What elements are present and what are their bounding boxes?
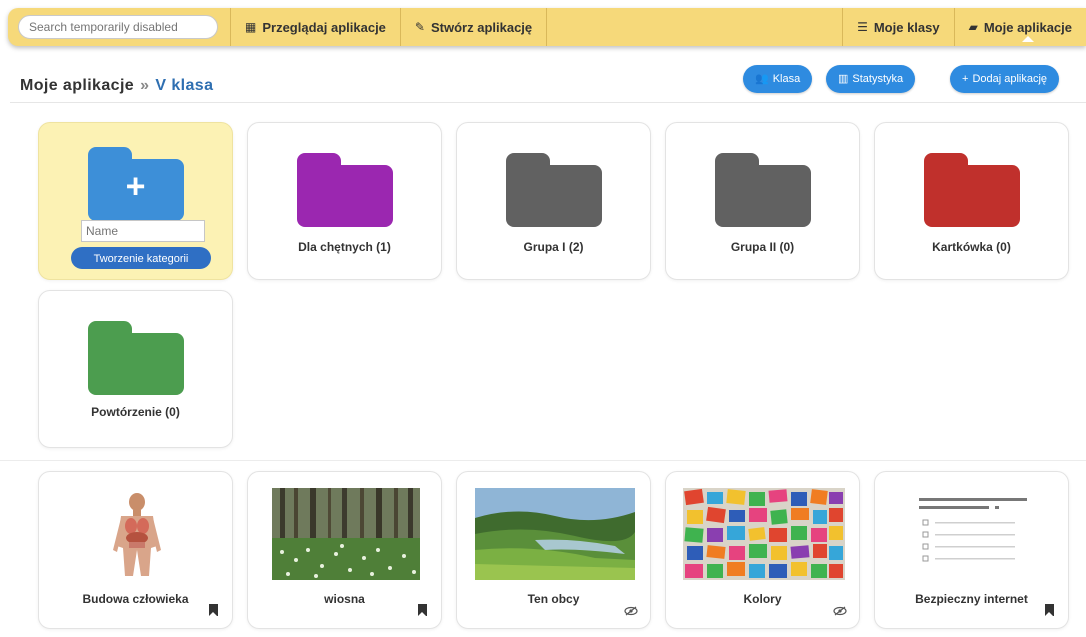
app-card[interactable]: Bezpieczny internet <box>874 471 1069 629</box>
folder-card[interactable]: Dla chętnych (1) <box>247 122 442 280</box>
quiz-list-image <box>899 488 1047 580</box>
folder-body <box>923 165 1020 227</box>
folder-label: Dla chętnych (1) <box>298 240 391 254</box>
app-label: Budowa człowieka <box>82 592 189 606</box>
header-divider <box>10 102 1086 103</box>
statistics-button[interactable]: ▥ Statystyka <box>826 65 916 93</box>
human-anatomy-image <box>63 488 211 580</box>
breadcrumb-separator: » <box>140 77 150 94</box>
class-button-label: Klasa <box>772 73 801 85</box>
app-thumbnail <box>63 488 211 580</box>
folder-icon <box>87 321 184 395</box>
nav-create-app-label: Stwórz aplikację <box>430 19 533 35</box>
folder-body <box>296 165 393 227</box>
nav-my-apps[interactable]: ▰ Moje aplikacje <box>953 8 1086 46</box>
app-thumbnail <box>899 488 1047 580</box>
eye-slash-icon[interactable] <box>833 606 847 616</box>
app-thumbnail <box>475 488 635 580</box>
pencil-icon: ✎ <box>414 20 425 34</box>
nav-browse-apps-label: Przeglądaj aplikacje <box>262 19 386 35</box>
add-app-button[interactable]: + Dodaj aplikację <box>950 65 1060 93</box>
app-thumbnail <box>683 488 845 580</box>
app-label: wiosna <box>324 592 365 606</box>
class-button[interactable]: 👥 Klasa <box>743 65 813 93</box>
folder-card[interactable]: Grupa II (0) <box>665 122 860 280</box>
app-card[interactable]: wiosna <box>247 471 442 629</box>
bookmark-icon[interactable] <box>418 604 427 616</box>
app-card[interactable]: Budowa człowieka <box>38 471 233 629</box>
search-input[interactable] <box>18 15 218 39</box>
folder-card[interactable]: Grupa I (2) <box>456 122 651 280</box>
folder-icon <box>505 153 602 227</box>
breadcrumb-root[interactable]: Moje aplikacje <box>20 77 134 94</box>
colorful-mosaic-image <box>683 488 845 580</box>
app-card[interactable]: Kolory <box>665 471 860 629</box>
spring-forest-image <box>272 488 420 580</box>
statistics-button-label: Statystyka <box>852 73 904 85</box>
folder-icon <box>296 153 393 227</box>
eye-slash-icon[interactable] <box>624 606 638 616</box>
create-category-button[interactable]: Tworzenie kategorii <box>71 247 211 269</box>
users-icon: 👥 <box>755 73 769 85</box>
folder-label: Powtórzenie (0) <box>91 405 180 419</box>
category-name-input[interactable] <box>81 220 205 242</box>
app-thumbnail <box>272 488 420 580</box>
nav-my-classes-label: Moje klasy <box>873 19 940 35</box>
create-category-card: + Tworzenie kategorii <box>38 122 233 280</box>
bar-chart-icon: ▥ <box>838 73 849 85</box>
folder-body <box>505 165 602 227</box>
app-card[interactable]: Ten obcy <box>456 471 651 629</box>
nav-my-apps-label: Moje aplikacje <box>983 19 1072 35</box>
plus-icon: + <box>962 73 969 85</box>
app-label: Kolory <box>743 592 782 606</box>
folder-open-icon: ▰ <box>968 20 978 34</box>
app-label: Ten obcy <box>527 592 580 606</box>
active-nav-caret <box>1022 36 1034 42</box>
nav-create-app[interactable]: ✎ Stwórz aplikację <box>399 8 546 46</box>
bookmark-icon[interactable] <box>209 604 218 616</box>
bookmark-icon[interactable] <box>1045 604 1054 616</box>
list-icon: ☰ <box>857 20 868 34</box>
folder-body <box>87 333 184 395</box>
folder-card[interactable]: Kartkówka (0) <box>874 122 1069 280</box>
nav-spacer <box>546 8 842 46</box>
folder-icon <box>714 153 811 227</box>
nav-my-classes[interactable]: ☰ Moje klasy <box>842 8 954 46</box>
folder-label: Kartkówka (0) <box>932 240 1011 254</box>
top-navbar: ▦ Przeglądaj aplikacje ✎ Stwórz aplikacj… <box>8 8 1086 46</box>
folder-label: Grupa I (2) <box>523 240 584 254</box>
folder-body <box>714 165 811 227</box>
add-folder-icon[interactable]: + <box>87 147 184 221</box>
app-label: Bezpieczny internet <box>915 592 1028 606</box>
breadcrumb-current: V klasa <box>155 77 214 94</box>
folder-icon <box>923 153 1020 227</box>
grid-icon: ▦ <box>245 20 257 34</box>
folder-card[interactable]: Powtórzenie (0) <box>38 290 233 448</box>
nav-browse-apps[interactable]: ▦ Przeglądaj aplikacje <box>230 8 400 46</box>
add-app-button-label: Dodaj aplikację <box>972 73 1048 85</box>
section-divider <box>0 460 1086 461</box>
folder-label: Grupa II (0) <box>730 240 795 254</box>
river-valley-image <box>475 488 635 580</box>
plus-icon: + <box>125 167 146 206</box>
breadcrumb: Moje aplikacje » V klasa <box>20 77 213 95</box>
